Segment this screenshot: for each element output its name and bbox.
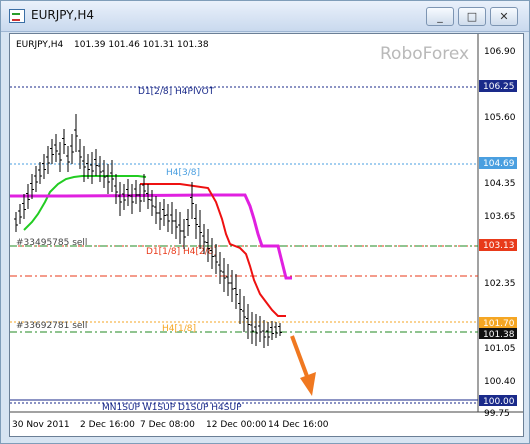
support-label: MN1SUP W1SUP D1SUP H4SUP <box>102 403 242 413</box>
x-tick: 2 Dec 16:00 <box>80 420 135 430</box>
y-tick: 104.35 <box>484 179 516 189</box>
price-axis: 106.90 105.60 104.35 103.65 102.35 101.0… <box>484 47 516 419</box>
close-button[interactable]: ✕ <box>490 7 518 26</box>
h4-18-price-text: 101.70 <box>483 319 515 329</box>
forecast-arrow-head <box>300 372 316 396</box>
y-tick: 105.60 <box>484 113 516 123</box>
y-tick: 99.75 <box>484 409 510 419</box>
symbol-label: EURJPY,H4 <box>16 40 64 50</box>
x-tick: 30 Nov 2011 <box>12 420 70 430</box>
y-tick: 102.35 <box>484 279 516 289</box>
restore-button[interactable]: □ <box>458 7 486 26</box>
chart-window: EURJPY,H4 _ □ ✕ EURJPY,H4 101.39 101.46 … <box>0 0 530 444</box>
chart-window-icon <box>9 9 25 23</box>
h4-38-price-text: 104.69 <box>483 159 515 169</box>
sell-order-2-label: #33692781 sell <box>16 321 87 331</box>
time-axis: 30 Nov 2011 2 Dec 16:00 7 Dec 08:00 12 D… <box>12 420 329 430</box>
y-tick: 106.90 <box>484 47 516 57</box>
x-tick: 14 Dec 16:00 <box>268 420 329 430</box>
pivot-price-text: 106.25 <box>483 82 515 92</box>
chart-canvas[interactable]: EURJPY,H4 101.39 101.46 101.31 101.38 Ro… <box>10 34 523 436</box>
h4-18-label: H4[1/8] <box>162 324 196 334</box>
y-tick: 103.65 <box>484 212 516 222</box>
x-tick: 12 Dec 00:00 <box>206 420 267 430</box>
h4-38-label: H4[3/8] <box>166 168 200 178</box>
pivot-label: D1[2/8] H4PIVOT <box>138 87 215 97</box>
minimize-button[interactable]: _ <box>426 7 454 26</box>
broker-watermark: RoboForex <box>380 44 469 64</box>
current-price-text: 101.38 <box>483 330 515 340</box>
level-103-13-text: 103.13 <box>483 241 515 251</box>
sell-order-1-label: #33495785 sell <box>16 238 87 248</box>
y-tick: 100.40 <box>484 377 516 387</box>
title-bar[interactable]: EURJPY,H4 _ □ ✕ <box>1 1 529 32</box>
price-bars <box>14 114 282 348</box>
x-tick: 7 Dec 08:00 <box>140 420 195 430</box>
chart-area[interactable]: EURJPY,H4 101.39 101.46 101.31 101.38 Ro… <box>9 33 524 437</box>
y-tick: 101.05 <box>484 344 516 354</box>
forecast-arrow-shaft <box>290 335 310 380</box>
support-price-text: 100.00 <box>483 397 515 407</box>
d1-h4-label: D1[1/8] H4[2/8] <box>146 247 217 257</box>
window-title: EURJPY,H4 <box>31 8 95 22</box>
ohlc-values: 101.39 101.46 101.31 101.38 <box>74 40 209 50</box>
